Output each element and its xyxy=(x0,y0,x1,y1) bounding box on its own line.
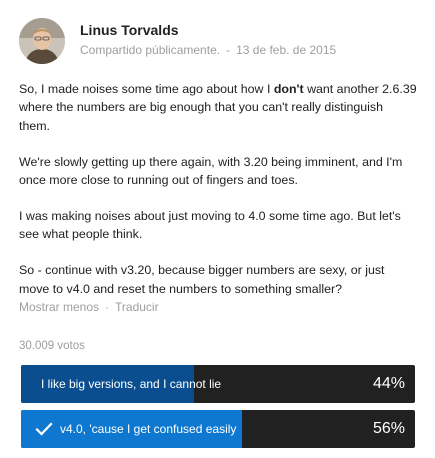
post-actions: Mostrar menos · Traducir xyxy=(19,300,159,314)
visibility-label: Compartido públicamente xyxy=(80,43,217,57)
post-date[interactable]: 13 de feb. de 2015 xyxy=(236,43,336,57)
vote-count: 30.009 votos xyxy=(19,340,85,352)
author-avatar[interactable] xyxy=(19,18,65,64)
poll-option-percent: 56% xyxy=(372,420,405,437)
avatar-image xyxy=(19,18,65,64)
post-body: So, I made noises some time ago about ho… xyxy=(19,80,417,298)
poll-option-big-versions[interactable]: I like big versions, and I cannot lie 44… xyxy=(21,365,415,403)
paragraph-emphasis: don't xyxy=(273,82,304,96)
post-paragraph: We're slowly getting up there again, wit… xyxy=(19,154,403,188)
poll-option-percent: 44% xyxy=(372,375,405,392)
poll-option-v4[interactable]: v4.0, 'cause I get confused easily 56% xyxy=(21,410,415,448)
poll-option-label: v4.0, 'cause I get confused easily xyxy=(60,422,237,436)
translate-link[interactable]: Traducir xyxy=(115,300,159,314)
post-paragraph: So, I made noises some time ago about ho… xyxy=(19,80,417,135)
paragraph-text: So, I made noises some time ago about ho… xyxy=(19,82,274,96)
action-separator: · xyxy=(105,300,110,314)
show-less-link[interactable]: Mostrar menos xyxy=(19,300,99,314)
post-paragraph: I was making noises about just moving to… xyxy=(19,209,401,242)
poll-option-label: I like big versions, and I cannot lie xyxy=(41,377,222,391)
author-name[interactable]: Linus Torvalds xyxy=(80,22,179,38)
post-meta: Compartido públicamente. -13 de feb. de 2… xyxy=(80,43,336,57)
meta-separator: - xyxy=(226,43,231,57)
post-paragraph: So - continue with v3.20, because bigger… xyxy=(19,263,385,296)
check-icon xyxy=(35,422,53,436)
visibility-period: . xyxy=(216,43,221,57)
